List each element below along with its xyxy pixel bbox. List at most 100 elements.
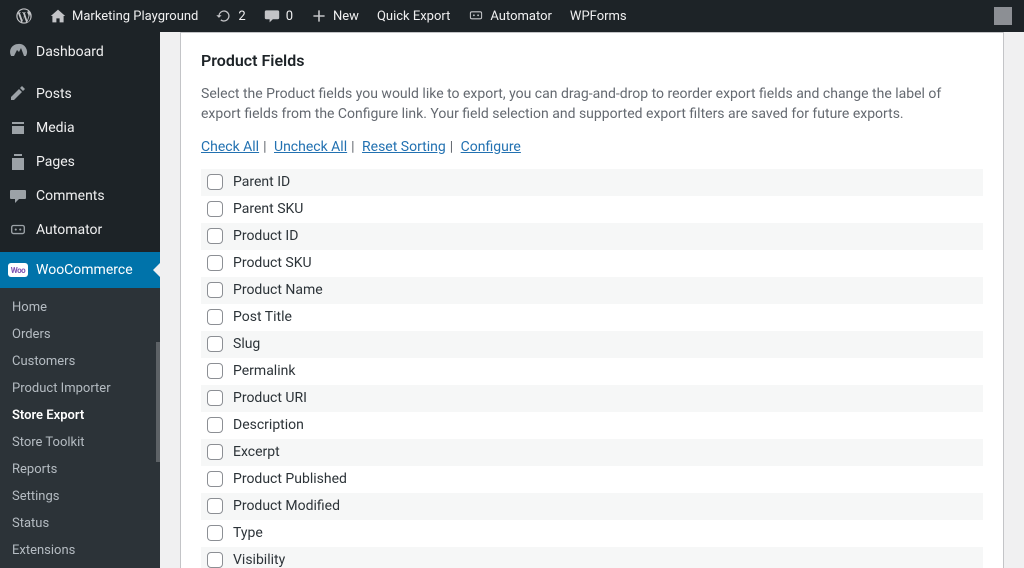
field-checkbox[interactable] [207, 471, 223, 487]
menu-automator[interactable]: Automator [0, 213, 160, 247]
field-label: Parent SKU [233, 201, 303, 217]
field-label: Product Name [233, 282, 323, 298]
link-check-all[interactable]: Check All [201, 139, 259, 155]
automator-label: Automator [490, 9, 552, 24]
account-link[interactable] [986, 0, 1016, 32]
field-checkbox[interactable] [207, 255, 223, 271]
submenu-settings[interactable]: Settings [0, 483, 160, 510]
field-row[interactable]: Visibility [201, 547, 983, 568]
field-checkbox[interactable] [207, 282, 223, 298]
field-row[interactable]: Parent SKU [201, 196, 983, 223]
wpforms-link[interactable]: WPForms [562, 0, 635, 32]
field-label: Excerpt [233, 444, 280, 460]
submenu-store-export[interactable]: Store Export [0, 402, 160, 429]
woo-icon: Woo [8, 260, 28, 280]
link-reset-sorting[interactable]: Reset Sorting [362, 139, 446, 155]
field-row[interactable]: Product ID [201, 223, 983, 250]
field-label: Visibility [233, 552, 285, 568]
field-row[interactable]: Product Published [201, 466, 983, 493]
field-checkbox[interactable] [207, 417, 223, 433]
quick-export-label: Quick Export [377, 9, 450, 24]
field-label: Description [233, 417, 304, 433]
wp-logo[interactable] [8, 0, 40, 32]
new-content-link[interactable]: New [303, 0, 367, 32]
menu-label: Dashboard [36, 44, 104, 60]
field-label: Product SKU [233, 255, 312, 271]
menu-pages[interactable]: Pages [0, 145, 160, 179]
field-list: Parent ID Parent SKU Product ID Product … [201, 169, 983, 568]
updates-count: 2 [238, 9, 245, 24]
comment-icon [264, 8, 280, 24]
field-row[interactable]: Slug [201, 331, 983, 358]
field-row[interactable]: Excerpt [201, 439, 983, 466]
submenu-store-toolkit[interactable]: Store Toolkit [0, 429, 160, 456]
submenu-status[interactable]: Status [0, 510, 160, 537]
field-label: Type [233, 525, 263, 541]
field-checkbox[interactable] [207, 444, 223, 460]
submenu-reports[interactable]: Reports [0, 456, 160, 483]
robot-icon [8, 220, 28, 240]
field-checkbox[interactable] [207, 336, 223, 352]
submenu-home[interactable]: Home [0, 294, 160, 321]
field-checkbox[interactable] [207, 201, 223, 217]
field-label: Slug [233, 336, 260, 352]
field-row[interactable]: Description [201, 412, 983, 439]
field-row[interactable]: Permalink [201, 358, 983, 385]
field-checkbox[interactable] [207, 390, 223, 406]
field-checkbox[interactable] [207, 228, 223, 244]
field-label: Product Modified [233, 498, 340, 514]
link-configure[interactable]: Configure [461, 139, 521, 155]
submenu-product-importer[interactable]: Product Importer [0, 375, 160, 402]
field-label: Parent ID [233, 174, 290, 190]
comments-link[interactable]: 0 [256, 0, 301, 32]
wp-admin-bar: Marketing Playground 2 0 New Quick Expor… [0, 0, 1024, 32]
menu-media[interactable]: Media [0, 111, 160, 145]
menu-label: Media [36, 120, 75, 136]
menu-posts[interactable]: Posts [0, 77, 160, 111]
field-checkbox[interactable] [207, 309, 223, 325]
field-checkbox[interactable] [207, 363, 223, 379]
wpforms-label: WPForms [570, 9, 627, 24]
pages-icon [8, 152, 28, 172]
menu-comments[interactable]: Comments [0, 179, 160, 213]
field-row[interactable]: Product Modified [201, 493, 983, 520]
link-uncheck-all[interactable]: Uncheck All [274, 139, 347, 155]
panel-description: Select the Product fields you would like… [201, 84, 983, 125]
woocommerce-submenu: Home Orders Customers Product Importer S… [0, 288, 160, 568]
update-icon [216, 8, 232, 24]
field-checkbox[interactable] [207, 174, 223, 190]
field-checkbox[interactable] [207, 525, 223, 541]
site-link[interactable]: Marketing Playground [42, 0, 206, 32]
field-row[interactable]: Product URI [201, 385, 983, 412]
automator-link[interactable]: Automator [460, 0, 560, 32]
quick-export-link[interactable]: Quick Export [369, 0, 458, 32]
field-checkbox[interactable] [207, 552, 223, 568]
field-label: Product ID [233, 228, 298, 244]
field-label: Permalink [233, 363, 295, 379]
pin-icon [8, 84, 28, 104]
avatar-icon [994, 7, 1012, 25]
submenu-orders[interactable]: Orders [0, 321, 160, 348]
media-icon [8, 118, 28, 138]
field-label: Post Title [233, 309, 292, 325]
field-row[interactable]: Parent ID [201, 169, 983, 196]
submenu-customers[interactable]: Customers [0, 348, 160, 375]
dashboard-icon [8, 42, 28, 62]
new-label: New [333, 9, 359, 24]
field-row[interactable]: Post Title [201, 304, 983, 331]
menu-label: Automator [36, 222, 102, 238]
admin-sidebar: Dashboard Posts Media Pages Comments [0, 32, 160, 568]
field-row[interactable]: Product Name [201, 277, 983, 304]
updates-link[interactable]: 2 [208, 0, 253, 32]
menu-woocommerce[interactable]: Woo WooCommerce [0, 252, 160, 288]
submenu-extensions[interactable]: Extensions [0, 537, 160, 564]
menu-dashboard[interactable]: Dashboard [0, 32, 160, 72]
comment-icon [8, 186, 28, 206]
menu-label: Pages [36, 154, 75, 170]
panel-action-links: Check All| Uncheck All| Reset Sorting| C… [201, 139, 983, 155]
menu-label: Comments [36, 188, 105, 204]
field-checkbox[interactable] [207, 498, 223, 514]
field-row[interactable]: Product SKU [201, 250, 983, 277]
main-content: Product Fields Select the Product fields… [160, 32, 1024, 568]
field-row[interactable]: Type [201, 520, 983, 547]
